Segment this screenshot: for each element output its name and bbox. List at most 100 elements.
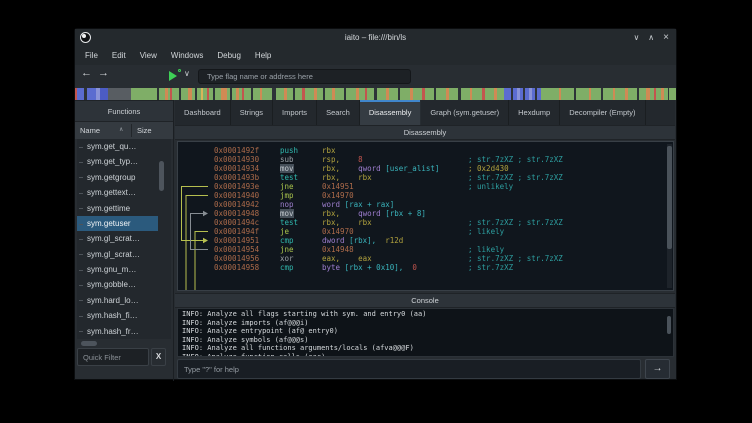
disasm-address: 0x00014948	[214, 209, 280, 218]
disasm-row[interactable]: 0x00014958cmpbyte [rbx + 0x10], 0; str.7…	[178, 263, 673, 272]
minimize-button[interactable]: ∨	[633, 29, 639, 47]
panel-divider[interactable]	[173, 100, 174, 381]
memory-segment	[157, 88, 159, 100]
disassembly-view[interactable]: 0x0001492fpushrbx0x00014930subrsp, 8; st…	[177, 141, 674, 291]
functions-vertical-scrollbar[interactable]	[159, 161, 164, 191]
disasm-row[interactable]: 0x00014940jmp0x14970	[178, 191, 673, 200]
forward-button[interactable]: →	[98, 67, 109, 79]
disasm-row[interactable]: 0x00014951cmpdword [rbx], r12d	[178, 236, 673, 245]
menu-item-view[interactable]: View	[133, 47, 164, 65]
window-title: iaito – file:///bin/ls	[75, 29, 676, 47]
disasm-operands: dword [rbx], r12d	[322, 236, 403, 245]
console-scrollbar[interactable]	[667, 316, 671, 334]
memory-segment	[230, 88, 232, 100]
disasm-comment: ; str.7zXZ	[468, 263, 513, 272]
memory-segment	[260, 88, 262, 100]
function-row[interactable]: sym.gnu_m…	[77, 262, 158, 277]
disasm-row[interactable]: 0x0001492fpushrbx	[178, 146, 673, 155]
functions-table-header[interactable]: Name ∧ Size	[75, 122, 173, 139]
memory-segment	[398, 88, 400, 100]
function-row[interactable]: sym.gl_scrat…	[77, 231, 158, 246]
disasm-comment: ; str.7zXZ ; str.7zXZ	[468, 173, 563, 182]
continue-badge-icon	[178, 69, 181, 72]
menu-item-help[interactable]: Help	[248, 47, 278, 65]
disasm-row[interactable]: 0x00014954jne0x14948; likely	[178, 245, 673, 254]
functions-horizontal-scrollbar[interactable]	[81, 341, 97, 346]
console-submit-button[interactable]: →	[645, 359, 670, 379]
main-tab-bar: DashboardStringsImportsSearchDisassembly…	[175, 100, 675, 125]
function-row[interactable]: sym.get_qu…	[77, 139, 158, 154]
disasm-comment: ; str.7zXZ ; str.7zXZ	[468, 218, 563, 227]
disasm-row[interactable]: 0x00014930subrsp, 8; str.7zXZ ; str.7zXZ	[178, 155, 673, 164]
menu-item-debug[interactable]: Debug	[210, 47, 248, 65]
title-bar[interactable]: iaito – file:///bin/ls ∨ ∧ ×	[75, 29, 676, 47]
disasm-row[interactable]: 0x00014956xoreax, eax; str.7zXZ ; str.7z…	[178, 254, 673, 263]
disasm-address: 0x0001493b	[214, 173, 280, 182]
back-button[interactable]: ←	[81, 67, 92, 79]
memory-map-strip[interactable]	[75, 88, 676, 100]
memory-segment	[374, 88, 376, 100]
memory-segment	[559, 88, 561, 100]
disasm-row[interactable]: 0x0001493btestrbx, rbx; str.7zXZ ; str.7…	[178, 173, 673, 182]
function-row[interactable]: sym.hash_fi…	[77, 308, 158, 323]
memory-segment	[517, 88, 519, 100]
memory-segment	[293, 88, 295, 100]
disasm-row[interactable]: 0x00014942nopword [rax + rax]	[178, 200, 673, 209]
function-row[interactable]: sym.gettext…	[77, 185, 158, 200]
disasm-address: 0x0001493e	[214, 182, 280, 191]
maximize-button[interactable]: ∧	[648, 29, 654, 47]
functions-list: sym.get_qu…sym.get_typ…sym.getgroupsym.g…	[77, 139, 171, 339]
disasm-row[interactable]: 0x0001494fje0x14970; likely	[178, 227, 673, 236]
function-row[interactable]: sym.hard_lo…	[77, 293, 158, 308]
tab-hexdump[interactable]: Hexdump	[509, 100, 560, 125]
memory-segment	[668, 88, 670, 100]
disasm-address: 0x00014930	[214, 155, 280, 164]
quick-filter-input[interactable]	[77, 348, 149, 366]
console-dock-title[interactable]: Console	[175, 293, 675, 308]
disassembly-dock-title[interactable]: Disassembly	[175, 125, 675, 140]
memory-segment	[213, 88, 215, 100]
function-row[interactable]: sym.getgroup	[77, 170, 158, 185]
function-row[interactable]: sym.get_typ…	[77, 154, 158, 169]
tab-decompiler-empty[interactable]: Decompiler (Empty)	[560, 100, 645, 125]
close-button[interactable]: ×	[663, 29, 669, 47]
disassembly-scrollbar[interactable]	[667, 146, 672, 249]
tab-graph-sym-getuser[interactable]: Graph (sym.getuser)	[421, 100, 509, 125]
functions-panel-title[interactable]: Functions	[75, 100, 173, 122]
memory-segment	[179, 88, 181, 100]
menu-item-windows[interactable]: Windows	[164, 47, 210, 65]
memory-segment	[646, 88, 650, 100]
memory-segment	[77, 88, 84, 100]
disasm-row[interactable]: 0x0001494ctestrbx, rbx; str.7zXZ ; str.7…	[178, 218, 673, 227]
disasm-row[interactable]: 0x00014948movrbx, qword [rbx + 8]	[178, 209, 673, 218]
memory-segment	[625, 88, 628, 100]
function-row[interactable]: sym.gobble…	[77, 277, 158, 292]
tab-dashboard[interactable]: Dashboard	[175, 100, 231, 125]
column-header-size[interactable]: Size	[137, 122, 152, 139]
disasm-mnemonic: jmp	[280, 191, 322, 200]
continue-button[interactable]	[169, 71, 177, 81]
disasm-row[interactable]: 0x00014934movrbx, qword [user_alist]; 0x…	[178, 164, 673, 173]
disasm-operands: rbx, rbx	[322, 173, 372, 182]
memory-segment	[201, 88, 203, 100]
tab-disassembly[interactable]: Disassembly	[360, 100, 422, 125]
omnibar-input[interactable]	[198, 69, 411, 84]
disasm-address: 0x0001492f	[214, 146, 280, 155]
memory-segment	[284, 88, 286, 100]
menu-item-edit[interactable]: Edit	[105, 47, 133, 65]
menu-item-file[interactable]: File	[78, 47, 105, 65]
tab-search[interactable]: Search	[317, 100, 360, 125]
column-header-name[interactable]: Name	[80, 122, 100, 139]
clear-filter-button[interactable]: X	[151, 348, 166, 366]
memory-segment	[108, 88, 131, 100]
function-row[interactable]: sym.hash_fr…	[77, 324, 158, 339]
disasm-row[interactable]: 0x0001493ejne0x14951; unlikely	[178, 182, 673, 191]
function-row[interactable]: sym.getuser	[77, 216, 158, 231]
function-row[interactable]: sym.gettime	[77, 201, 158, 216]
console-input[interactable]	[177, 359, 641, 379]
tab-imports[interactable]: Imports	[273, 100, 317, 125]
memory-segment	[251, 88, 253, 100]
function-row[interactable]: sym.gl_scrat…	[77, 247, 158, 262]
continue-dropdown-icon[interactable]: ∨	[184, 69, 190, 78]
tab-strings[interactable]: Strings	[231, 100, 273, 125]
